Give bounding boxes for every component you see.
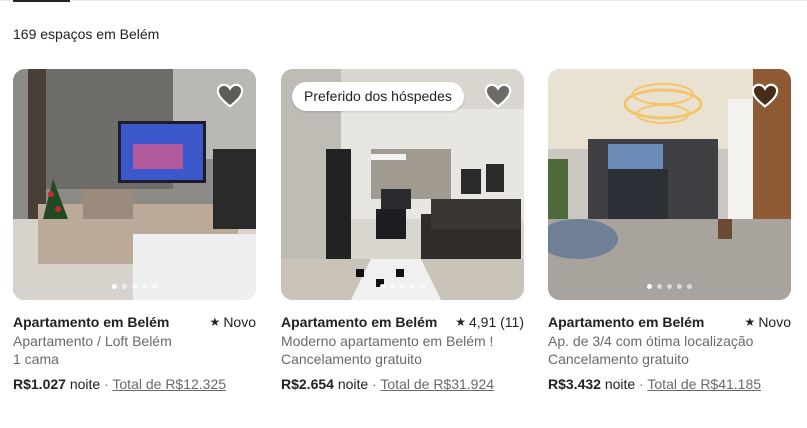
listing-description: Moderno apartamento em Belém ! — [281, 333, 494, 349]
listing-photo[interactable] — [548, 69, 791, 300]
rating-text: 4,91 (11) — [469, 314, 524, 330]
listing-price: R$3.432 noite · Total de R$41.185 — [548, 376, 791, 392]
listing-title: Apartamento em Belém — [13, 314, 170, 330]
listing-price: R$1.027 noite · Total de R$12.325 — [13, 376, 256, 392]
listing-description: Ap. de 3/4 com ótima localização — [548, 333, 754, 349]
listing-photo[interactable]: Preferido dos hóspedes — [281, 69, 524, 300]
listing-rating: ★ Novo — [745, 314, 791, 330]
listing-detail: Cancelamento gratuito — [548, 351, 689, 367]
heart-icon[interactable] — [751, 83, 779, 109]
listing-detail: Cancelamento gratuito — [281, 351, 422, 367]
top-divider — [0, 0, 807, 1]
listing-card[interactable]: Apartamento em Belém ★ Novo Apartamento … — [13, 69, 256, 392]
listing-card[interactable]: Apartamento em Belém ★ Novo Ap. de 3/4 c… — [548, 69, 791, 392]
photo-pagination — [13, 284, 256, 289]
listing-description: Apartamento / Loft Belém — [13, 333, 172, 349]
results-count: 169 espaços em Belém — [13, 26, 160, 42]
listing-price: R$2.654 noite · Total de R$31.924 — [281, 376, 524, 392]
star-icon: ★ — [209, 315, 221, 329]
price-separator: · — [104, 376, 109, 392]
listing-detail: 1 cama — [13, 351, 59, 367]
star-icon: ★ — [455, 315, 466, 329]
listing-card[interactable]: Preferido dos hóspedes Apartamento em Be… — [281, 69, 524, 392]
price-unit: noite — [337, 376, 369, 392]
listing-photo[interactable] — [13, 69, 256, 300]
price-unit: noite — [604, 376, 636, 392]
heart-icon[interactable] — [484, 83, 512, 109]
price-amount: R$1.027 — [13, 376, 66, 392]
rating-text: Novo — [223, 314, 256, 330]
star-icon: ★ — [744, 315, 756, 329]
price-separator: · — [639, 376, 644, 392]
listing-rating: ★ Novo — [210, 314, 256, 330]
photo-pagination — [281, 284, 524, 289]
total-price-link[interactable]: Total de R$31.924 — [380, 376, 494, 392]
heart-icon[interactable] — [216, 83, 244, 109]
listing-title: Apartamento em Belém — [548, 314, 705, 330]
active-tab-indicator — [13, 0, 70, 2]
price-unit: noite — [69, 376, 101, 392]
price-separator: · — [372, 376, 377, 392]
guest-favorite-badge: Preferido dos hóspedes — [292, 82, 464, 111]
price-amount: R$2.654 — [281, 376, 334, 392]
price-amount: R$3.432 — [548, 376, 601, 392]
total-price-link[interactable]: Total de R$12.325 — [112, 376, 226, 392]
rating-text: Novo — [758, 314, 791, 330]
photo-pagination — [548, 284, 791, 289]
listing-rating: ★ 4,91 (11) — [455, 314, 524, 330]
listing-title: Apartamento em Belém — [281, 314, 438, 330]
total-price-link[interactable]: Total de R$41.185 — [647, 376, 761, 392]
